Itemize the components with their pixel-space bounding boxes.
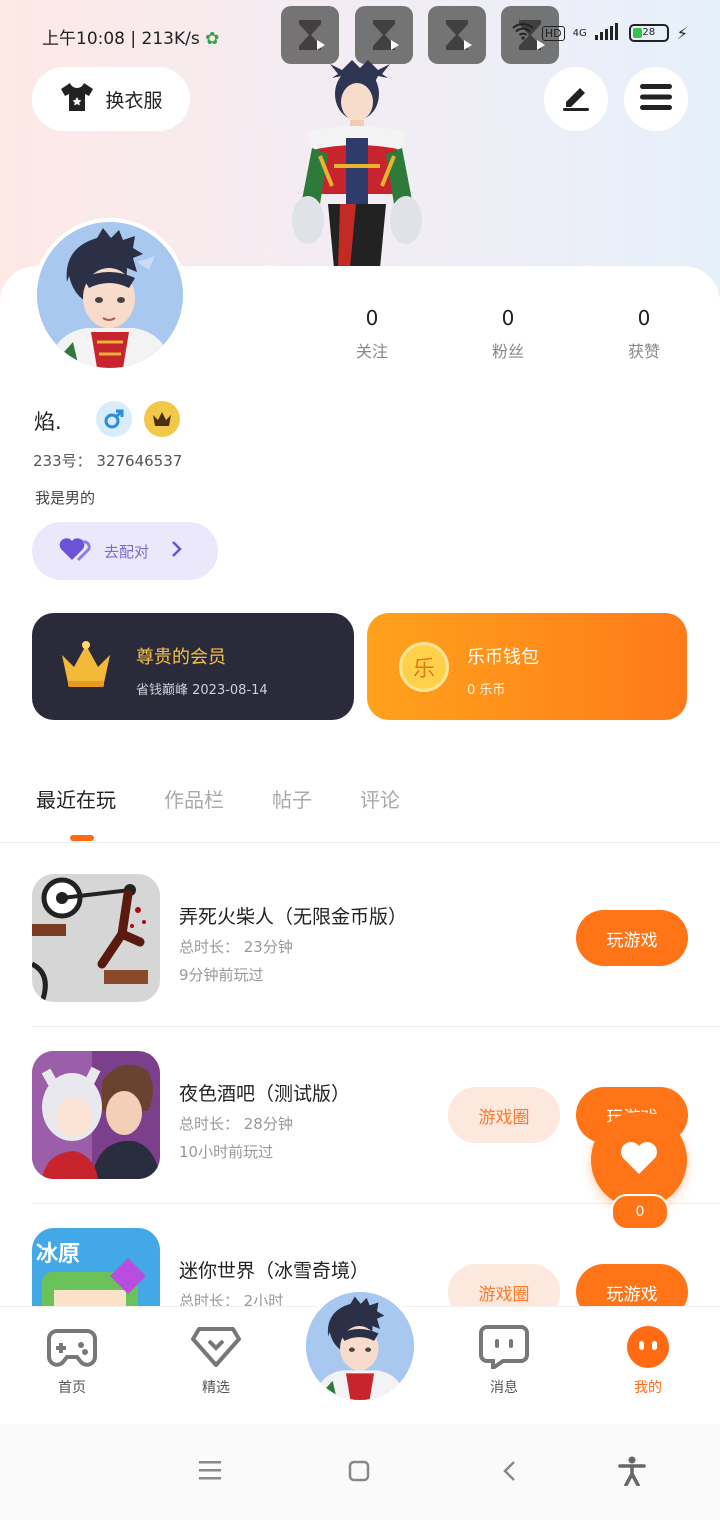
tab-divider [0,842,720,843]
system-nav-bar [0,1424,720,1520]
game-icon-text: 冰原 [36,1242,81,1267]
hamburger-icon [640,83,672,115]
game-title: 弄死火柴人（无限金币版） [179,906,408,928]
nav-home-label: 首页 [58,1380,86,1396]
wifi-icon [512,22,534,44]
followers-label: 粉丝 [491,342,524,361]
user-id: 233号： 327646537 [33,452,183,470]
change-outfit-button[interactable]: 换衣服 [32,67,190,131]
game-last-played: 10小时前玩过 [179,1143,274,1161]
coin-wallet-card[interactable]: 乐 乐币钱包 0 乐币 [367,613,687,720]
charging-icon: ⚡ [676,23,688,43]
game-last-played: 9分钟前玩过 [179,966,264,984]
gamepad-icon [47,1329,97,1373]
match-label: 去配对 [104,542,150,561]
tab-comments[interactable]: 评论 [360,784,400,813]
chevron-right-icon [171,540,183,562]
likes-stat[interactable]: 0 获赞 [584,306,704,362]
tab-posts[interactable]: 帖子 [272,784,312,813]
game-total-time: 总时长： 28分钟 [179,1115,293,1133]
outfit-label: 换衣服 [105,89,163,112]
nav-home[interactable]: 首页 [32,1325,112,1397]
crown-badge-icon[interactable] [144,401,180,437]
likes-count: 0 [637,306,651,330]
nav-featured[interactable]: 精选 [176,1325,256,1397]
profile-avatar[interactable] [33,218,187,372]
pen-icon [561,82,591,116]
likes-label: 获赞 [627,342,660,361]
home-square-icon[interactable] [348,1460,370,1486]
username: 焰. [34,410,62,434]
status-icons: HD 4G 28 ⚡ [512,22,688,44]
game-title: 迷你世界（冰雪奇境） [179,1260,370,1282]
nav-featured-label: 精选 [202,1380,230,1396]
followers-count: 0 [501,306,515,330]
nav-messages-label: 消息 [490,1380,518,1396]
heart-icon [619,1140,659,1180]
following-stat[interactable]: 0 关注 [312,306,432,362]
hd-badge: HD [541,25,565,41]
coin-icon: 乐 [399,642,449,692]
game-title: 夜色酒吧（测试版） [179,1083,351,1105]
notification-icon-3[interactable] [428,6,486,64]
vip-card[interactable]: 尊贵的会员 省钱巅峰 2023-08-14 [32,613,354,720]
status-time-speed: 上午10:08 | 213K/s ✿ [42,29,220,49]
nav-me-label: 我的 [634,1380,662,1396]
tab-recent-play[interactable]: 最近在玩 [36,784,116,813]
following-label: 关注 [355,342,388,361]
game-icon-stickman [32,874,160,1002]
center-avatar-button[interactable] [302,1288,418,1404]
tshirt-icon [59,81,95,118]
network-label: 4G [572,27,587,39]
vip-title: 尊贵的会员 [136,647,226,668]
male-gender-icon [96,401,132,437]
menu-button[interactable] [624,67,688,131]
game-circle-button[interactable]: 游戏圈 [448,1087,560,1143]
game-icon-night-bar [32,1051,160,1179]
status-time: 上午10:08 [42,29,125,49]
coin-subtitle: 0 乐币 [467,683,506,698]
status-speed: 213K/s [141,29,200,49]
double-heart-icon [58,536,92,566]
nav-me[interactable]: 我的 [608,1325,688,1397]
avatar-character-figure[interactable] [288,56,426,268]
following-count: 0 [365,306,379,330]
signal-icon [594,22,621,44]
edit-button[interactable] [544,67,608,131]
nav-messages[interactable]: 消息 [464,1325,544,1397]
heart-diamond-icon [191,1327,241,1373]
active-tab-indicator [70,835,94,841]
row-divider [32,1026,720,1027]
gold-crown-icon [58,641,114,693]
profile-tabs: 最近在玩 作品栏 帖子 评论 [36,784,448,813]
chat-icon [479,1325,529,1373]
recent-apps-icon[interactable] [199,1460,221,1484]
coin-title: 乐币钱包 [467,647,539,668]
play-game-button[interactable]: 玩游戏 [576,910,688,966]
user-bio: 我是男的 [35,489,96,507]
game-item[interactable]: 弄死火柴人（无限金币版） 总时长： 23分钟 9分钟前玩过 玩游戏 [32,874,720,1004]
back-arrow-icon[interactable] [502,1460,516,1486]
bug-icon: ✿ [205,29,220,49]
followers-stat[interactable]: 0 粉丝 [448,306,568,362]
face-icon [625,1326,671,1373]
tab-works[interactable]: 作品栏 [164,784,224,813]
battery-icon: 28 [628,24,669,42]
accessibility-icon[interactable] [618,1456,646,1490]
vip-subtitle: 省钱巅峰 2023-08-14 [136,683,268,698]
match-button[interactable]: 去配对 [32,522,218,580]
like-count: 0 [611,1194,669,1230]
game-total-time: 总时长： 23分钟 [179,938,293,956]
